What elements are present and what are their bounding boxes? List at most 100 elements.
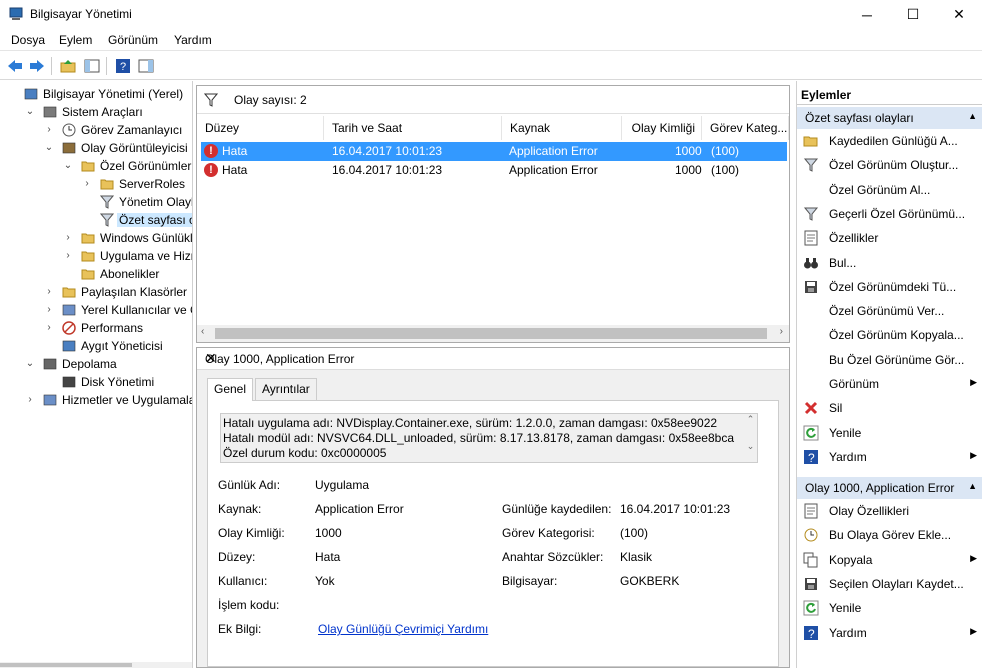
detail-close-icon[interactable]: ✕ (205, 350, 779, 367)
tree-item[interactable]: ⌄ Olay Görüntüleyicisi (0, 139, 192, 157)
tree-item[interactable]: Yönetim Olayları (0, 193, 192, 211)
disk-icon (62, 375, 76, 389)
chevron-right-icon[interactable]: › (63, 231, 73, 245)
tree-item-label: Sistem Araçları (62, 105, 143, 119)
action-item[interactable]: Geçerli Özel Görünümü... (797, 202, 982, 226)
chevron-right-icon[interactable]: › (44, 285, 54, 299)
action-item-label: Özel Görünümü Ver... (829, 304, 945, 319)
event-message-box[interactable]: Hatalı uygulama adı: NVDisplay.Container… (220, 413, 756, 463)
action-item[interactable]: ? Yardım ▶ (797, 445, 982, 469)
action-item[interactable]: Seçilen Olayları Kaydet... (797, 572, 982, 596)
event-row[interactable]: ! Hata 16.04.2017 10:01:23 Application E… (201, 142, 787, 161)
chevron-down-icon[interactable]: ⌄ (44, 141, 54, 155)
tree-item[interactable]: ⌄ Sistem Araçları (0, 103, 192, 121)
forward-button[interactable] (27, 56, 47, 76)
collapse-icon[interactable]: ▲ (968, 481, 977, 491)
action-item[interactable]: Bu Olaya Görev Ekle... (797, 523, 982, 547)
action-item[interactable]: Özellikler (797, 226, 982, 250)
scrollbar-thumb[interactable] (215, 328, 767, 339)
action-item[interactable]: ? Yardım ▶ (797, 621, 982, 645)
scroll-right-icon[interactable]: › (780, 326, 783, 337)
tree-item[interactable]: Disk Yönetimi (0, 373, 192, 391)
scrollbar-thumb[interactable] (0, 663, 132, 667)
column-date[interactable]: Tarih ve Saat (324, 116, 502, 140)
tree-item[interactable]: ⌄ Özel Görünümler (0, 157, 192, 175)
menu-yardim[interactable]: Yardım (174, 33, 212, 47)
minimize-button[interactable]: ─ (844, 0, 890, 29)
maximize-button[interactable]: ☐ (890, 0, 936, 29)
tab-genel[interactable]: Genel (207, 378, 254, 401)
error-icon: ! (204, 163, 218, 177)
action-item[interactable]: Özel Görünümü Ver... (797, 299, 982, 323)
chevron-down-icon[interactable]: ⌄ (25, 105, 35, 119)
tree-item[interactable]: › Paylaşılan Klasörler (0, 283, 192, 301)
up-level-button[interactable] (58, 56, 78, 76)
action-item[interactable]: Özel Görünüm Kopyala... (797, 323, 982, 347)
action-item[interactable]: Görünüm ▶ (797, 372, 982, 396)
action-item[interactable]: Özel Görünümdeki Tü... (797, 275, 982, 299)
chevron-right-icon[interactable]: › (82, 177, 92, 191)
tree-item[interactable]: Abonelikler (0, 265, 192, 283)
tree-item[interactable]: Aygıt Yöneticisi (0, 337, 192, 355)
tree-item[interactable]: Bilgisayar Yönetimi (Yerel) (0, 85, 192, 103)
tree-item[interactable]: › Performans (0, 319, 192, 337)
tree-item[interactable]: › Yerel Kullanıcılar ve Gru (0, 301, 192, 319)
tree-item[interactable]: Özet sayfası olay (0, 211, 192, 229)
chevron-right-icon[interactable]: › (44, 321, 54, 335)
chevron-down-icon[interactable]: ⌄ (25, 357, 35, 371)
scroll-up-icon[interactable]: ⌃ (744, 414, 757, 425)
tree-item[interactable]: ⌄ Depolama (0, 355, 192, 373)
column-event-id[interactable]: Olay Kimliği (622, 116, 702, 140)
tree-item[interactable]: › Görev Zamanlayıcı (0, 121, 192, 139)
action-item[interactable]: Sil (797, 396, 982, 420)
action-item[interactable]: Özel Görünüm Al... (797, 178, 982, 202)
chevron-right-icon[interactable]: › (25, 393, 35, 407)
column-task-category[interactable]: Görev Kateg... (702, 116, 789, 140)
tree-horizontal-scrollbar[interactable] (0, 662, 192, 668)
chevron-right-icon[interactable]: › (44, 303, 54, 317)
events-list-panel: Olay sayısı: 2 Düzey Tarih ve Saat Kayna… (196, 85, 790, 343)
events-horizontal-scrollbar[interactable]: ‹ › (197, 325, 789, 342)
copy-icon (803, 552, 819, 568)
action-item[interactable]: Özel Görünüm Oluştur... (797, 153, 982, 177)
action-item[interactable]: Kopyala ▶ (797, 548, 982, 572)
chevron-right-icon[interactable]: › (63, 249, 73, 263)
action-item[interactable]: Yenile (797, 596, 982, 620)
actions-section-event[interactable]: Olay 1000, Application Error ▲ (797, 477, 982, 499)
chevron-right-icon[interactable]: › (44, 123, 54, 137)
message-scrollbar[interactable]: ⌃ ⌄ (744, 413, 758, 463)
tree-item[interactable]: › Uygulama ve Hizme (0, 247, 192, 265)
event-row[interactable]: ! Hata 16.04.2017 10:01:23 Application E… (201, 161, 787, 180)
scroll-left-icon[interactable]: ‹ (201, 326, 204, 337)
tab-ayrintilar[interactable]: Ayrıntılar (255, 378, 317, 400)
events-header: Olay sayısı: 2 (197, 86, 789, 114)
action-item[interactable]: Kaydedilen Günlüğü A... (797, 129, 982, 153)
actions-section-summary-events[interactable]: Özet sayfası olayları ▲ (797, 107, 982, 129)
submenu-arrow-icon: ▶ (970, 377, 977, 387)
submenu-arrow-icon: ▶ (970, 625, 977, 636)
close-button[interactable]: ✕ (936, 0, 982, 29)
menu-eylem[interactable]: Eylem (59, 33, 92, 47)
more-info-link[interactable]: Olay Günlüğü Çevrimiçi Yardımı (318, 622, 488, 636)
help-button[interactable]: ? (113, 56, 133, 76)
menu-dosya[interactable]: Dosya (11, 33, 45, 47)
column-source[interactable]: Kaynak (502, 116, 622, 140)
event-date: 16.04.2017 10:01:23 (332, 144, 443, 158)
menu-gorunum[interactable]: Görünüm (108, 33, 158, 47)
filter-icon (803, 206, 819, 222)
tree-item-label: Depolama (62, 357, 117, 371)
action-item[interactable]: Bul... (797, 251, 982, 275)
action-item[interactable]: Olay Özellikleri (797, 499, 982, 523)
tree-item[interactable]: › ServerRoles (0, 175, 192, 193)
show-hide-tree-button[interactable] (82, 56, 102, 76)
scroll-down-icon[interactable]: ⌄ (744, 441, 757, 452)
collapse-icon[interactable]: ▲ (968, 111, 977, 121)
back-button[interactable] (5, 56, 25, 76)
action-item[interactable]: Yenile (797, 421, 982, 445)
show-action-pane-button[interactable] (136, 56, 156, 76)
action-item[interactable]: Bu Özel Görünüme Gör... (797, 348, 982, 372)
tree-item[interactable]: › Windows Günlükleri (0, 229, 192, 247)
column-level[interactable]: Düzey (197, 116, 324, 140)
chevron-down-icon[interactable]: ⌄ (63, 159, 73, 173)
tree-item[interactable]: › Hizmetler ve Uygulamalar (0, 391, 192, 409)
